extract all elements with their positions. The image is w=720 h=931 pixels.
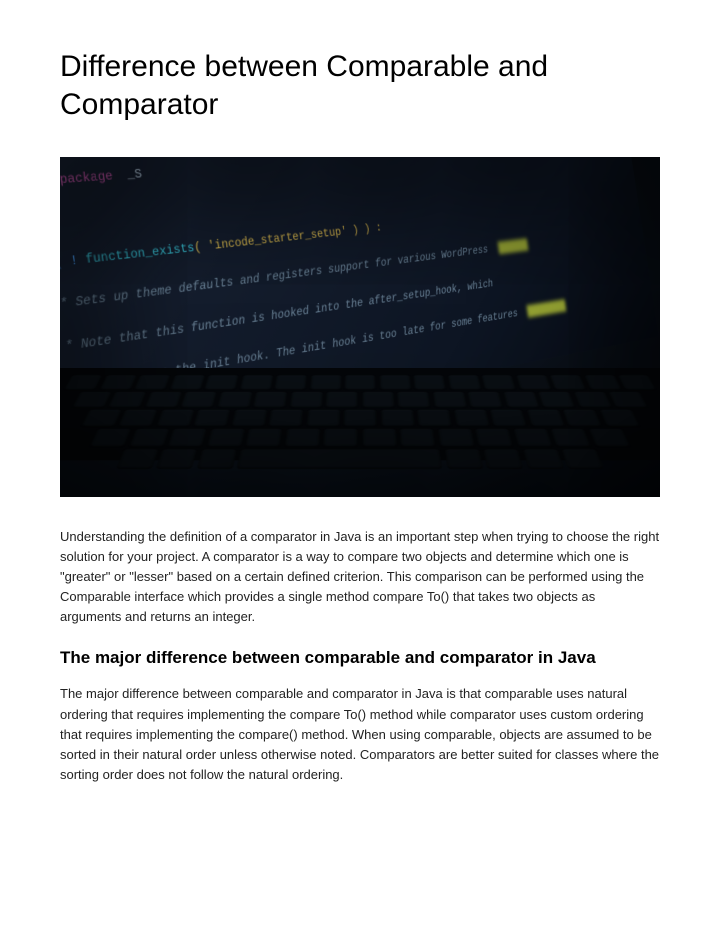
section-heading: The major difference between comparable …	[60, 647, 660, 670]
page-title: Difference between Comparable and Compar…	[60, 48, 660, 125]
body-paragraph: The major difference between comparable …	[60, 684, 660, 785]
hero-code-image: .. @link https://dev 11 @package _S 12 1…	[60, 157, 660, 497]
intro-paragraph: Understanding the definition of a compar…	[60, 527, 660, 628]
keyboard	[60, 368, 660, 460]
